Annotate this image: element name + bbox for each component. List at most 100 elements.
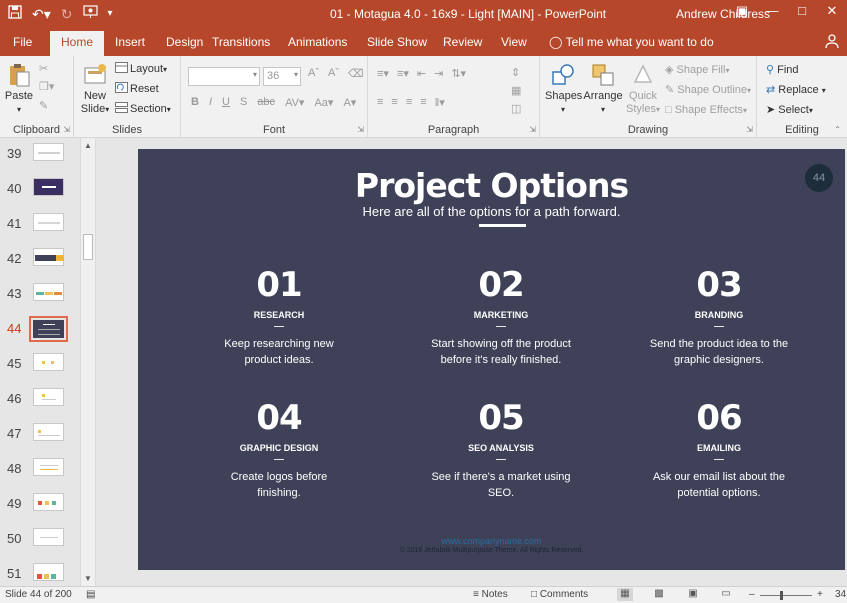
option-number[interactable]: 05 bbox=[411, 399, 591, 437]
option-number[interactable]: 03 bbox=[629, 266, 809, 304]
thumbnail-row[interactable]: 50 bbox=[0, 525, 80, 560]
zoom-slider[interactable] bbox=[760, 595, 812, 596]
slide-canvas[interactable]: Project Options Here are all of the opti… bbox=[138, 149, 845, 570]
decrease-indent-icon[interactable]: ⇤ bbox=[417, 67, 426, 80]
format-painter-icon[interactable]: ✎ bbox=[39, 99, 48, 113]
option-label[interactable]: SEO ANALYSIS bbox=[411, 443, 591, 453]
option-number[interactable]: 01 bbox=[189, 266, 369, 304]
increase-font-size-icon[interactable]: Aˆ bbox=[308, 67, 319, 80]
shape-fill-button[interactable]: ◈ Shape Fill▾ bbox=[665, 63, 729, 78]
reset-button[interactable]: Reset bbox=[115, 82, 159, 96]
convert-to-smartart-icon[interactable]: ◫ bbox=[511, 100, 521, 118]
align-left-icon[interactable]: ≡ bbox=[377, 96, 383, 109]
font-name-dropdown[interactable]: ▾ bbox=[188, 67, 260, 86]
align-right-icon[interactable]: ≡ bbox=[406, 96, 412, 109]
slide-thumbnail[interactable] bbox=[33, 528, 64, 546]
tab-review[interactable]: Review bbox=[443, 35, 482, 49]
tab-file[interactable]: File bbox=[13, 35, 32, 49]
zoom-level[interactable]: 34 bbox=[835, 589, 846, 600]
thumbnail-row[interactable]: 49 bbox=[0, 490, 80, 525]
layout-button[interactable]: Layout▾ bbox=[115, 62, 167, 77]
tab-home[interactable]: Home bbox=[50, 31, 105, 56]
replace-button[interactable]: ⇄ Replace ▾ bbox=[766, 83, 826, 98]
thumbnail-scrollbar[interactable]: ▲ ▼ bbox=[80, 138, 96, 586]
option-label[interactable]: GRAPHIC DESIGN bbox=[189, 443, 369, 453]
font-size-dropdown[interactable]: 36 ▾ bbox=[263, 67, 301, 86]
slide-thumbnail[interactable] bbox=[33, 458, 64, 476]
scrollbar-thumb[interactable] bbox=[83, 234, 93, 260]
line-spacing-icon[interactable]: ⇅▾ bbox=[451, 67, 466, 80]
section-button[interactable]: Section▾ bbox=[115, 102, 171, 117]
tab-design[interactable]: Design bbox=[166, 35, 203, 49]
thumbnail-row[interactable]: 43 bbox=[0, 280, 80, 315]
clear-formatting-icon[interactable]: ⌫ bbox=[348, 67, 364, 80]
slide-thumbnail[interactable] bbox=[33, 423, 64, 441]
slide-thumbnail[interactable] bbox=[33, 178, 64, 196]
option-description[interactable]: See if there's a market using SEO. bbox=[431, 469, 571, 501]
align-center-icon[interactable]: ≡ bbox=[391, 96, 397, 109]
share-user-icon[interactable] bbox=[825, 33, 841, 53]
thumbnail-row[interactable]: 42 bbox=[0, 245, 80, 280]
collapse-ribbon-icon[interactable]: ⌃ bbox=[834, 125, 841, 134]
paste-button[interactable]: Paste ▾ bbox=[3, 62, 35, 116]
font-launcher-icon[interactable]: ⇲ bbox=[357, 125, 364, 134]
columns-icon[interactable]: ‖▾ bbox=[435, 96, 445, 109]
ribbon-display-options-icon[interactable]: ▣ bbox=[735, 3, 749, 19]
zoom-slider-thumb[interactable] bbox=[780, 591, 783, 600]
scroll-up-arrow-icon[interactable]: ▲ bbox=[84, 141, 92, 150]
option-number[interactable]: 02 bbox=[411, 266, 591, 304]
font-color-icon[interactable]: A▾ bbox=[343, 96, 356, 109]
slide-footer-url[interactable]: www.companyname.com bbox=[138, 536, 845, 546]
new-slide-button[interactable]: New Slide▾ bbox=[78, 62, 112, 116]
slide-sorter-icon[interactable]: ▩ bbox=[651, 588, 667, 601]
numbering-icon[interactable]: ≡▾ bbox=[397, 67, 409, 80]
arrange-button[interactable]: Arrange ▾ bbox=[583, 62, 623, 116]
thumbnail-row-selected[interactable]: 44 bbox=[0, 315, 80, 350]
quick-styles-button[interactable]: Quick Styles▾ bbox=[625, 62, 661, 116]
slide-thumbnail[interactable] bbox=[33, 248, 64, 266]
thumbnail-row[interactable]: 41 bbox=[0, 210, 80, 245]
zoom-out-icon[interactable]: – bbox=[749, 589, 755, 600]
redo-icon[interactable]: ↻ bbox=[61, 4, 73, 24]
comments-button[interactable]: □ Comments bbox=[531, 589, 588, 600]
decrease-font-size-icon[interactable]: Aˇ bbox=[328, 67, 339, 80]
option-number[interactable]: 04 bbox=[189, 399, 369, 437]
close-icon[interactable]: ✕ bbox=[825, 3, 839, 19]
option-description[interactable]: Send the product idea to the graphic des… bbox=[649, 336, 789, 368]
slide-thumbnail[interactable] bbox=[33, 143, 64, 161]
underline-icon[interactable]: U bbox=[222, 96, 230, 109]
change-case-icon[interactable]: Aa▾ bbox=[314, 96, 333, 109]
shapes-button[interactable]: Shapes ▾ bbox=[545, 62, 582, 116]
tab-slide-show[interactable]: Slide Show bbox=[367, 35, 427, 49]
reading-view-icon[interactable]: ▣ bbox=[685, 588, 701, 601]
increase-indent-icon[interactable]: ⇥ bbox=[434, 67, 443, 80]
clipboard-launcher-icon[interactable]: ⇲ bbox=[63, 125, 70, 134]
shape-effects-button[interactable]: □ Shape Effects▾ bbox=[665, 103, 747, 118]
option-description[interactable]: Create logos before finishing. bbox=[209, 469, 349, 501]
normal-view-icon[interactable]: ▦ bbox=[617, 588, 633, 601]
select-button[interactable]: ➤ Select▾ bbox=[766, 103, 813, 118]
tell-me-box[interactable]: ◯ Tell me what you want to do bbox=[549, 35, 714, 49]
thumbnail-row[interactable]: 48 bbox=[0, 455, 80, 490]
justify-icon[interactable]: ≡ bbox=[420, 96, 426, 109]
thumbnail-row[interactable]: 39 bbox=[0, 140, 80, 175]
italic-icon[interactable]: I bbox=[209, 96, 212, 109]
bullets-icon[interactable]: ≡▾ bbox=[377, 67, 389, 80]
thumbnail-row[interactable]: 47 bbox=[0, 420, 80, 455]
cut-icon[interactable]: ✂ bbox=[39, 62, 48, 76]
text-direction-icon[interactable]: ⇕ bbox=[511, 64, 520, 82]
option-description[interactable]: Keep researching new product ideas. bbox=[209, 336, 349, 368]
paste-dropdown-icon[interactable]: ▾ bbox=[3, 103, 35, 116]
save-icon[interactable] bbox=[8, 4, 22, 24]
minimize-icon[interactable]: — bbox=[765, 3, 779, 19]
copy-icon[interactable]: ❐▾ bbox=[39, 80, 54, 94]
spell-check-icon[interactable]: ▤ bbox=[86, 589, 95, 600]
shape-outline-button[interactable]: ✎ Shape Outline▾ bbox=[665, 83, 751, 98]
option-label[interactable]: RESEARCH bbox=[189, 310, 369, 320]
thumbnail-row[interactable]: 40 bbox=[0, 175, 80, 210]
option-label[interactable]: MARKETING bbox=[411, 310, 591, 320]
option-description[interactable]: Start showing off the product before it'… bbox=[431, 336, 571, 368]
slide-thumbnail[interactable] bbox=[33, 213, 64, 231]
drawing-launcher-icon[interactable]: ⇲ bbox=[746, 125, 753, 134]
zoom-in-icon[interactable]: + bbox=[817, 589, 823, 600]
